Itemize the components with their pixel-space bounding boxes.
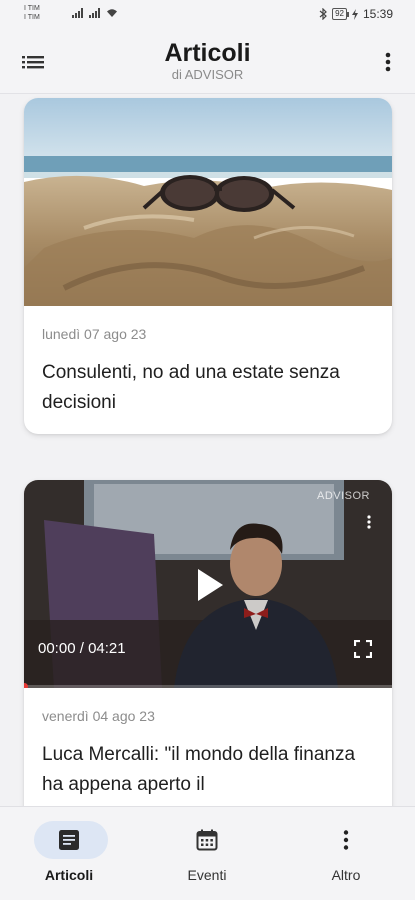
wifi-icon (107, 9, 117, 17)
article-card[interactable]: ADVISOR 00:00 / 04:21 venerdì 04 ago 23 … (24, 480, 392, 806)
carrier-1: I TIM (24, 5, 40, 12)
more-vert-icon[interactable] (381, 50, 395, 74)
article-image (24, 98, 392, 306)
nav-item-articoli[interactable]: Articoli (0, 807, 138, 900)
bottom-navigation: Articoli Eventi Altro (0, 806, 415, 900)
sunglasses-on-sand-image (24, 98, 392, 306)
carrier-labels: I TIM I TIM (24, 4, 40, 22)
video-current-time: 00:00 (38, 640, 76, 657)
article-date: lunedì 07 ago 23 (42, 326, 147, 342)
page-title: Articoli (164, 39, 251, 67)
video-more-icon[interactable] (362, 514, 376, 530)
nav-label: Articoli (44, 867, 94, 883)
video-duration: 04:21 (88, 640, 126, 657)
video-watermark: ADVISOR (316, 490, 370, 502)
video-progress-bar[interactable] (24, 683, 392, 688)
battery-icon: 92 (332, 8, 349, 20)
video-controls: ADVISOR 00:00 / 04:21 (24, 480, 392, 688)
video-time-separator: / (79, 640, 84, 657)
clock: 15:39 (362, 7, 393, 21)
app-bar: Articoli di ADVISOR (0, 30, 415, 94)
status-right: 92 15:39 (319, 7, 393, 21)
signal-2-icon (89, 8, 100, 18)
carrier-2: I TIM (24, 14, 40, 21)
title-block: Articoli di ADVISOR (0, 38, 415, 82)
signal-icons (72, 8, 118, 18)
nav-label: Altro (331, 867, 361, 883)
article-title[interactable]: Luca Mercalli: "il mondo della finanza h… (42, 740, 374, 800)
status-bar: I TIM I TIM 92 15:39 (0, 0, 415, 30)
article-feed[interactable]: lunedì 07 ago 23 Consulenti, no ad una e… (0, 94, 415, 806)
charging-icon (351, 8, 358, 20)
nav-item-eventi[interactable]: Eventi (138, 807, 276, 900)
video-progress-handle[interactable] (24, 683, 28, 688)
article-title[interactable]: Consulenti, no ad una estate senza decis… (42, 358, 374, 418)
article-card[interactable]: lunedì 07 ago 23 Consulenti, no ad una e… (24, 98, 392, 434)
nav-label: Eventi (187, 867, 227, 883)
video-time: 00:00 / 04:21 (38, 640, 126, 657)
signal-1-icon (72, 8, 83, 18)
article-video[interactable]: ADVISOR 00:00 / 04:21 (24, 480, 392, 688)
article-icon (59, 830, 79, 850)
more-vert-icon (343, 830, 349, 850)
fullscreen-icon[interactable] (354, 640, 372, 658)
bluetooth-icon (319, 8, 327, 20)
nav-item-altro[interactable]: Altro (277, 807, 415, 900)
page-subtitle: di ADVISOR (171, 67, 244, 82)
play-icon[interactable] (196, 568, 224, 602)
calendar-icon (196, 829, 218, 851)
article-date: venerdì 04 ago 23 (42, 708, 155, 724)
